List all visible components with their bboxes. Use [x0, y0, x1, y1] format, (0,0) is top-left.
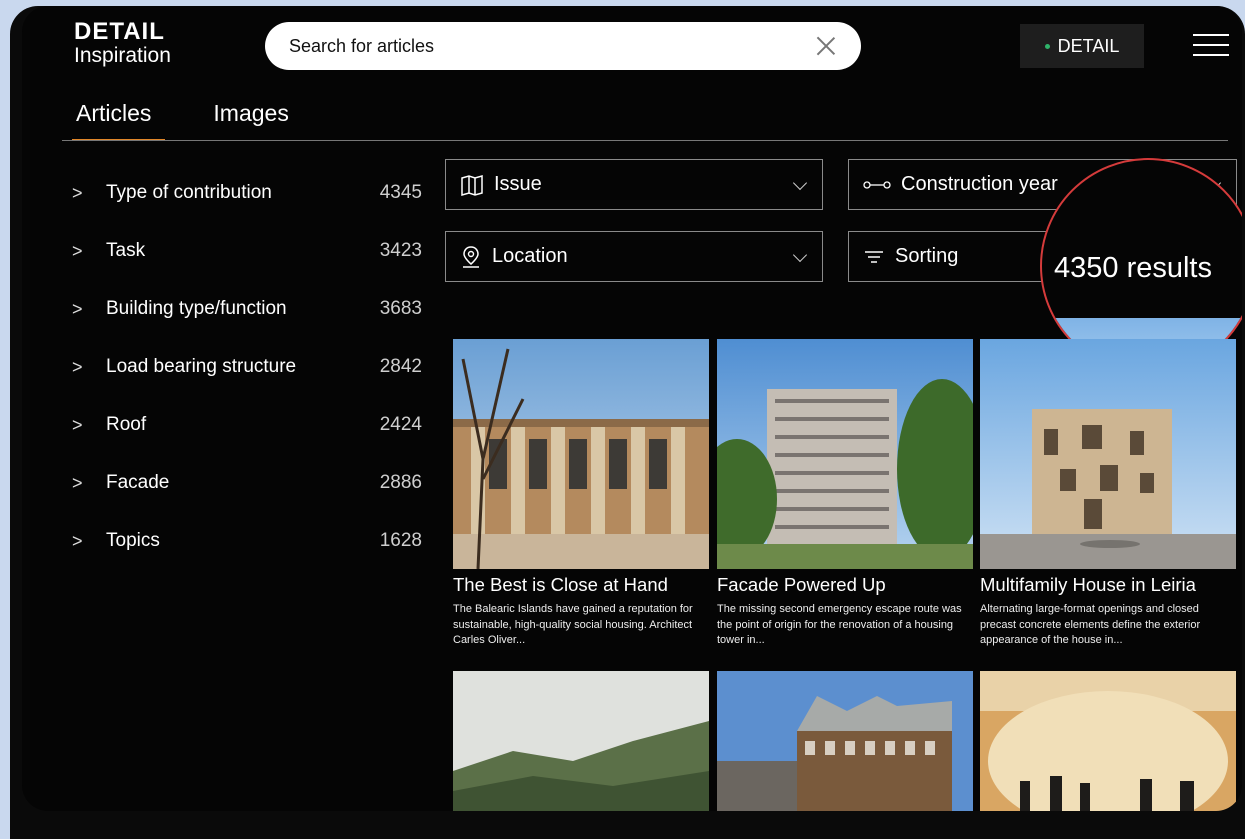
detail-button-label: DETAIL [1057, 35, 1120, 56]
article-card[interactable] [717, 671, 973, 811]
chevron-down-icon [792, 249, 808, 265]
search-bar [265, 22, 861, 70]
article-description: The missing second emergency escape rout… [717, 603, 962, 646]
tablet-frame: DETAIL Inspiration DETAIL Articles Image… [10, 6, 1245, 839]
chevron-right-icon: > [72, 472, 83, 493]
sorting-dropdown[interactable]: Sorting [848, 231, 1048, 282]
results-count: 4350 results [1054, 252, 1212, 284]
facet-label: Roof [106, 414, 147, 435]
facet-label: Type of contribution [106, 182, 272, 203]
logo-subtitle: Inspiration [74, 44, 171, 67]
article-image[interactable] [980, 339, 1236, 569]
chevron-right-icon: > [72, 356, 83, 377]
status-dot-icon [1044, 43, 1050, 49]
chevron-right-icon: > [72, 182, 83, 203]
tab-articles[interactable]: Articles [62, 100, 166, 141]
facet-count: 3683 [379, 298, 422, 319]
article-card[interactable] [980, 671, 1236, 811]
tab-divider [62, 140, 1228, 141]
chevron-down-icon [792, 177, 808, 193]
facet-building-type[interactable]: > Building type/function 3683 [72, 280, 422, 338]
logo-brand: DETAIL [74, 18, 165, 45]
article-title[interactable]: Multifamily House in Leiria [980, 574, 1236, 596]
facet-count: 4345 [379, 182, 422, 203]
article-image[interactable] [980, 671, 1236, 811]
article-title[interactable]: Facade Powered Up [717, 574, 973, 596]
location-dropdown[interactable]: Location [445, 231, 823, 282]
article-description: The Balearic Islands have gained a reput… [453, 603, 693, 646]
issue-label: Issue [494, 173, 542, 195]
app-screen: DETAIL Inspiration DETAIL Articles Image… [22, 6, 1242, 811]
facet-task[interactable]: > Task 3423 [72, 222, 422, 280]
detail-inspiration-logo[interactable]: DETAIL Inspiration [74, 18, 171, 67]
facet-type-of-contribution[interactable]: > Type of contribution 4345 [72, 164, 422, 222]
facet-topics[interactable]: > Topics 1628 [72, 512, 422, 570]
article-card[interactable] [453, 671, 709, 811]
tab-bar: Articles Images [62, 100, 337, 141]
facet-roof[interactable]: > Roof 2424 [72, 396, 422, 454]
facet-count: 2886 [379, 472, 422, 493]
facet-sidebar: > Type of contribution 4345 > Task 3423 … [72, 164, 422, 570]
article-image[interactable] [453, 339, 709, 569]
facet-count: 1628 [379, 530, 422, 551]
article-card[interactable]: Multifamily House in Leiria Alternating … [980, 339, 1236, 649]
article-image[interactable] [453, 671, 709, 811]
facet-label: Building type/function [106, 298, 287, 319]
chevron-right-icon: > [72, 414, 83, 435]
article-image[interactable] [717, 339, 973, 569]
chevron-right-icon: > [72, 298, 83, 319]
facet-load-bearing-structure[interactable]: > Load bearing structure 2842 [72, 338, 422, 396]
article-title[interactable]: The Best is Close at Hand [453, 574, 709, 596]
article-card[interactable]: Facade Powered Up The missing second eme… [717, 339, 973, 649]
facet-label: Task [106, 240, 146, 261]
hamburger-menu-icon[interactable] [1193, 34, 1229, 60]
facet-label: Topics [106, 530, 160, 551]
close-icon[interactable] [815, 35, 837, 57]
tab-images[interactable]: Images [199, 100, 302, 139]
range-icon [863, 180, 891, 190]
issue-dropdown[interactable]: Issue [445, 159, 823, 210]
facet-count: 2424 [379, 414, 422, 435]
facet-label: Load bearing structure [106, 356, 297, 377]
article-image[interactable] [717, 671, 973, 811]
facet-label: Facade [106, 472, 170, 493]
facet-count: 2842 [379, 356, 422, 377]
article-description: Alternating large-format openings and cl… [980, 603, 1201, 646]
chevron-right-icon: > [72, 530, 83, 551]
search-input[interactable] [289, 35, 815, 57]
sort-icon [863, 249, 885, 265]
chevron-right-icon: > [72, 240, 83, 261]
location-label: Location [492, 245, 568, 267]
article-card[interactable]: The Best is Close at Hand The Balearic I… [453, 339, 709, 649]
sorting-label: Sorting [895, 245, 959, 267]
facet-count: 3423 [379, 240, 422, 261]
detail-button[interactable]: DETAIL [1020, 24, 1144, 68]
book-icon [460, 174, 484, 196]
location-pin-icon [460, 245, 482, 269]
facet-facade[interactable]: > Facade 2886 [72, 454, 422, 512]
